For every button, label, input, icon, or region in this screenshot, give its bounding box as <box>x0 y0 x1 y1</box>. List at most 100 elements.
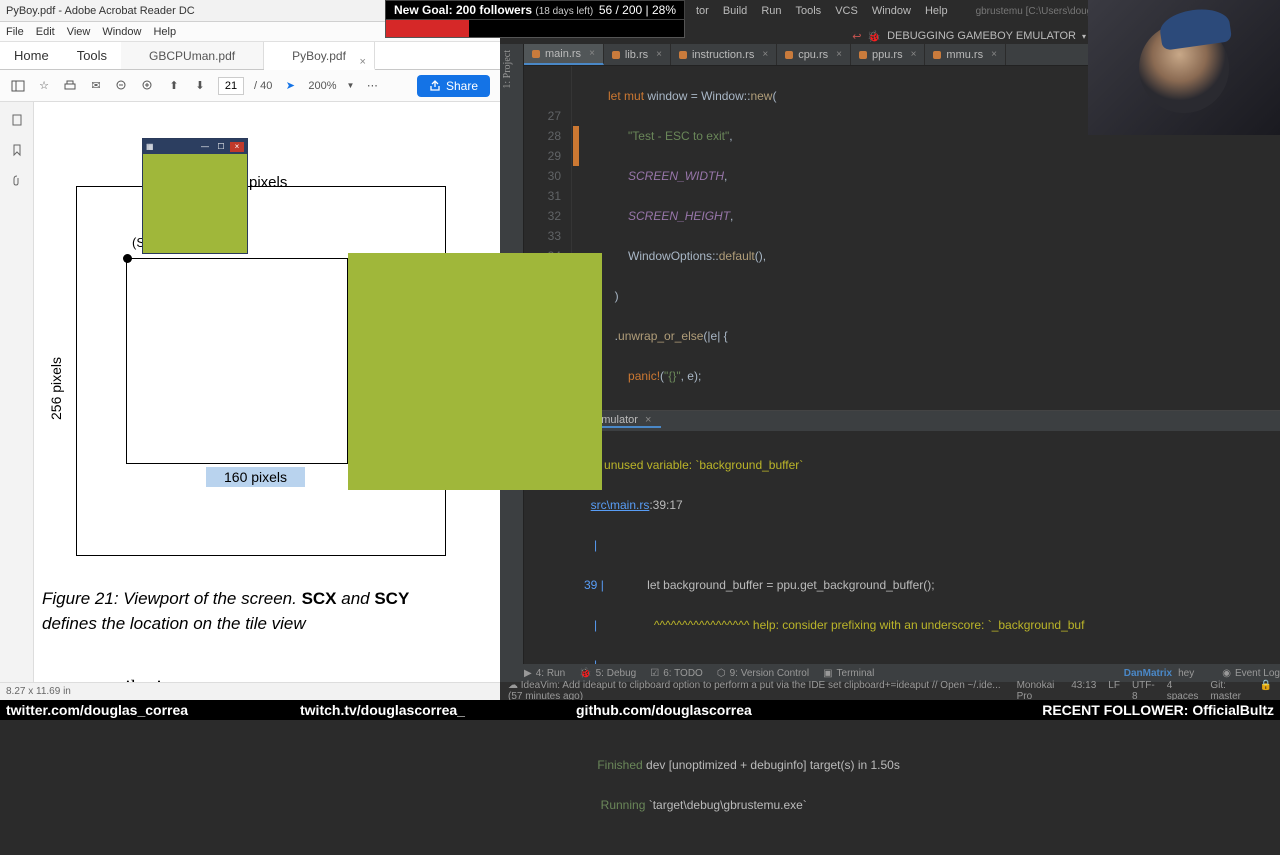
stream-info-bar: twitter.com/douglas_correa twitch.tv/dou… <box>0 700 1280 720</box>
tool-run[interactable]: ▶ 4: Run <box>524 668 565 679</box>
back-icon[interactable]: ↩ <box>852 30 861 43</box>
acrobat-statusbar: 8.27 x 11.69 in <box>0 682 500 700</box>
rust-file-icon <box>785 51 793 59</box>
menu-edit[interactable]: Edit <box>36 26 55 38</box>
select-arrow-icon[interactable]: ➤ <box>282 78 298 94</box>
git-branch[interactable]: Git: master <box>1210 680 1247 702</box>
rust-file-icon <box>532 50 540 58</box>
menu-window[interactable]: Window <box>872 5 911 17</box>
goal-count: 56 / 200 | 28% <box>599 3 676 17</box>
run-config-label: DEBUGGING GAMEBOY EMULATOR <box>887 30 1076 42</box>
print-icon[interactable] <box>62 78 78 94</box>
zoom-level[interactable]: 200% <box>308 80 336 92</box>
tool-todo[interactable]: ☑ 6: TODO <box>650 668 703 679</box>
mail-icon[interactable]: ✉ <box>88 78 104 94</box>
tab-cpu-rs[interactable]: cpu.rs× <box>777 44 851 65</box>
close-icon[interactable]: × <box>589 43 595 65</box>
bookmark-icon[interactable] <box>9 142 25 158</box>
tool-debug[interactable]: 🐞 5: Debug <box>579 668 636 679</box>
tool-eventlog[interactable]: ◉ Event Log <box>1222 668 1280 679</box>
doc-tab-gbcpuman[interactable]: GBCPUman.pdf <box>121 42 264 69</box>
line-ending[interactable]: LF <box>1108 680 1120 702</box>
close-icon[interactable]: × <box>645 414 651 426</box>
close-icon[interactable]: × <box>991 44 997 66</box>
menu-window[interactable]: Window <box>102 26 141 38</box>
page-input[interactable] <box>218 77 244 95</box>
zoom-in-icon[interactable] <box>140 78 156 94</box>
close-icon[interactable]: × <box>230 142 244 152</box>
menu-item[interactable]: tor <box>696 5 709 17</box>
page-down-icon[interactable]: ⬇ <box>192 78 208 94</box>
share-button[interactable]: Share <box>417 75 490 97</box>
share-icon <box>429 80 441 92</box>
tab-ppu-rs[interactable]: ppu.rs× <box>851 44 925 65</box>
minimize-icon[interactable]: — <box>198 142 212 152</box>
more-icon[interactable]: ⋯ <box>364 78 380 94</box>
maximize-icon[interactable]: ☐ <box>214 142 228 152</box>
acrobat-home-tab[interactable]: Home <box>0 42 63 69</box>
chevron-down-icon[interactable]: ▼ <box>347 81 355 90</box>
thumbnails-icon[interactable] <box>9 112 25 128</box>
sidebar-toggle-icon[interactable] <box>10 78 26 94</box>
follower-goal-widget: New Goal: 200 followers (18 days left) 5… <box>385 0 685 42</box>
doc-tab-label: PyBoy.pdf <box>292 49 346 63</box>
lock-icon[interactable]: 🔒 <box>1260 680 1272 702</box>
close-icon[interactable]: × <box>836 44 842 66</box>
acrobat-tools-tab[interactable]: Tools <box>63 42 121 69</box>
menu-tools[interactable]: Tools <box>796 5 822 17</box>
tool-terminal[interactable]: ▣ Terminal <box>823 668 874 679</box>
github-link: github.com/douglascorrea <box>576 702 752 718</box>
doc-tab-pyboy[interactable]: PyBoy.pdf× <box>264 42 375 70</box>
menu-run[interactable]: Run <box>761 5 781 17</box>
goal-progress-bar <box>385 20 685 38</box>
emulator-window-small[interactable]: ▦ — ☐ × <box>142 138 248 254</box>
tab-mmu-rs[interactable]: mmu.rs× <box>925 44 1006 65</box>
recent-follower: RECENT FOLLOWER: OfficialBultz <box>1042 702 1274 718</box>
build-output[interactable]: ng: unused variable: `background_buffer`… <box>524 431 1280 855</box>
twitch-link: twitch.tv/douglascorrea_ <box>300 702 465 718</box>
file-encoding[interactable]: UTF-8 <box>1132 680 1155 702</box>
close-icon[interactable]: × <box>762 44 768 66</box>
indent-setting[interactable]: 4 spaces <box>1167 680 1199 702</box>
tab-lib-rs[interactable]: lib.rs× <box>604 44 671 65</box>
caret-position[interactable]: 43:13 <box>1071 680 1096 702</box>
bug-icon: 🐞 <box>867 30 881 43</box>
close-icon[interactable]: × <box>656 44 662 66</box>
menu-build[interactable]: Build <box>723 5 747 17</box>
tab-instruction-rs[interactable]: instruction.rs× <box>671 44 777 65</box>
ideavim-tip: ☁ IdeaVim: Add ideaput to clipboard opti… <box>508 680 1003 702</box>
menu-help[interactable]: Help <box>925 5 948 17</box>
chevron-down-icon[interactable]: ▾ <box>1082 32 1086 41</box>
menu-help[interactable]: Help <box>153 26 176 38</box>
figure-caption: Figure 21: Viewport of the screen. SCX a… <box>42 587 472 636</box>
left-dimension-label: 256 pixels <box>48 357 64 420</box>
share-label: Share <box>446 79 478 93</box>
tool-vcs[interactable]: ⬡ 9: Version Control <box>717 668 809 679</box>
game-window-icon: ▦ <box>146 142 154 151</box>
menu-vcs[interactable]: VCS <box>835 5 858 17</box>
close-icon[interactable]: × <box>911 44 917 66</box>
theme-indicator[interactable]: Monokai Pro <box>1017 680 1060 702</box>
project-tool-tab[interactable]: 1: Project <box>500 44 515 95</box>
run-tool-window: g Gameboy Emulator × ng: unused variable… <box>524 410 1280 664</box>
star-icon[interactable]: ☆ <box>36 78 52 94</box>
doc-tab-label: GBCPUman.pdf <box>149 49 235 63</box>
inner-rectangle <box>126 258 348 464</box>
menu-file[interactable]: File <box>6 26 24 38</box>
page-up-icon[interactable]: ⬆ <box>166 78 182 94</box>
zoom-out-icon[interactable] <box>114 78 130 94</box>
webcam-overlay <box>1088 0 1280 135</box>
stream-chat-line: DanMatrixhey <box>1124 668 1194 679</box>
rust-file-icon <box>859 51 867 59</box>
page-total: / 40 <box>254 80 272 92</box>
tab-main-rs[interactable]: main.rs× <box>524 44 604 65</box>
attachment-icon[interactable] <box>9 172 25 188</box>
rust-file-icon <box>612 51 620 59</box>
goal-days: (18 days left) <box>535 6 593 17</box>
rust-file-icon <box>679 51 687 59</box>
close-icon[interactable]: × <box>359 48 365 76</box>
menu-view[interactable]: View <box>67 26 91 38</box>
rust-file-icon <box>933 51 941 59</box>
twitter-link: twitter.com/douglas_correa <box>0 702 188 718</box>
acrobat-toolbar: ☆ ✉ ⬆ ⬇ / 40 ➤ 200% ▼ ⋯ Share <box>0 70 500 102</box>
